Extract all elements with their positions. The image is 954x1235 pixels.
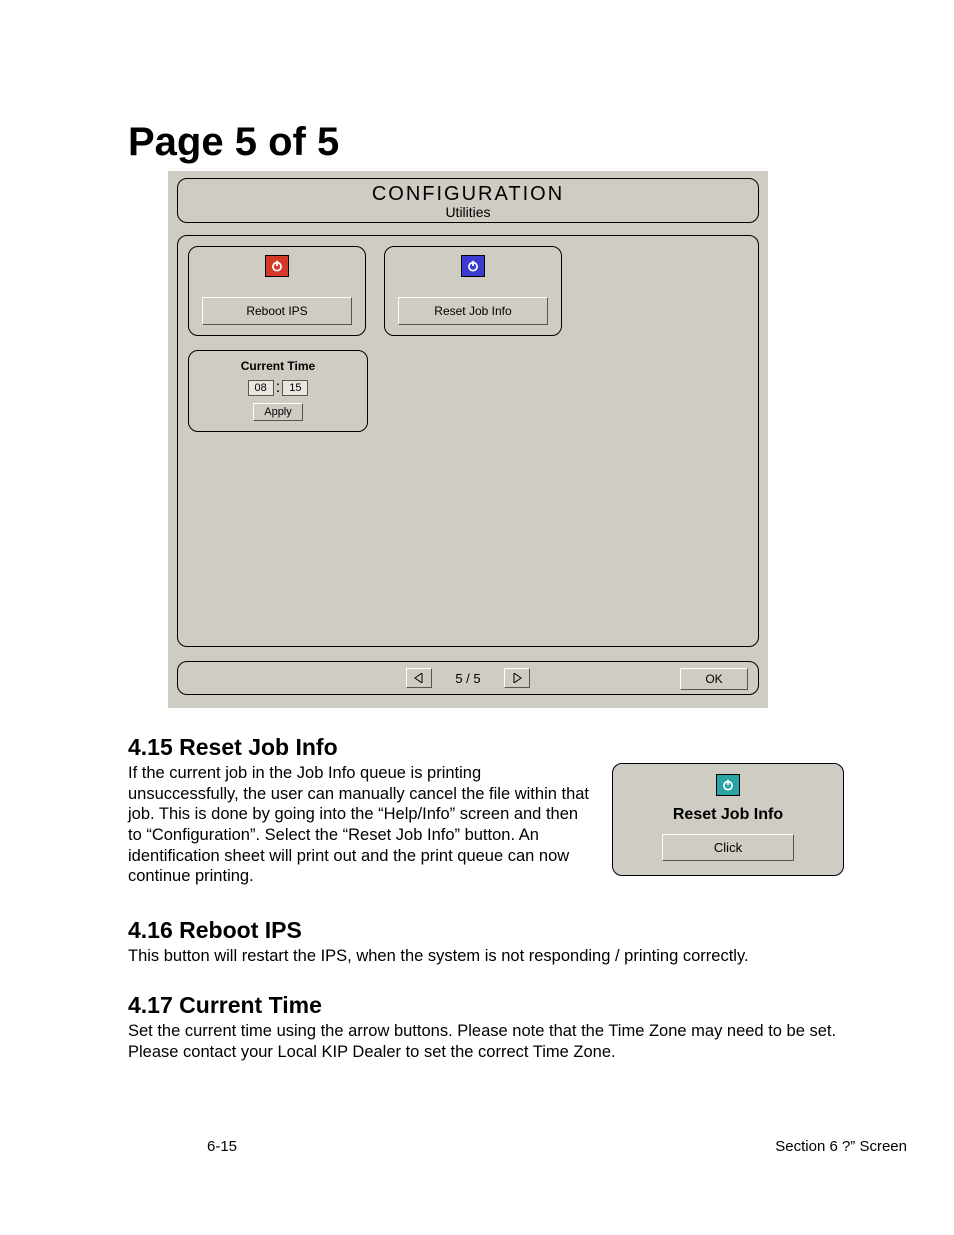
current-time-panel: Current Time 08 : 15 Apply [188, 350, 368, 432]
page-footer: 6-15 Section 6 ?” Screen [0, 1138, 954, 1155]
time-separator: : [276, 379, 280, 397]
reset-job-info-tile: Reset Job Info [384, 246, 562, 336]
power-icon [265, 255, 289, 277]
reboot-ips-tile: Reboot IPS [188, 246, 366, 336]
power-icon [461, 255, 485, 277]
config-header-subtitle: Utilities [178, 204, 758, 220]
ok-button[interactable]: OK [680, 668, 748, 690]
section-4-15-body: If the current job in the Job Info queue… [128, 763, 590, 887]
section-4-16-heading: 4.16 Reboot IPS [128, 917, 844, 944]
config-utility-screenshot: CONFIGURATION Utilities Reboot IPS Reset [168, 171, 768, 708]
section-4-15-heading: 4.15 Reset Job Info [128, 734, 844, 761]
section-4-16-body: This button will restart the IPS, when t… [128, 946, 844, 967]
page-indicator: 5 / 5 [446, 671, 490, 686]
config-header: CONFIGURATION Utilities [177, 178, 759, 223]
inset-label: Reset Job Info [673, 806, 783, 824]
config-footer-bar: 5 / 5 OK [177, 661, 759, 695]
config-header-title: CONFIGURATION [178, 183, 758, 206]
page-title: Page 5 of 5 [128, 120, 844, 165]
config-content-frame: Reboot IPS Reset Job Info Current Time 0… [177, 235, 759, 647]
next-page-button[interactable] [504, 668, 530, 688]
footer-page-number: 6-15 [207, 1138, 237, 1155]
time-minutes-input[interactable]: 15 [282, 380, 308, 396]
current-time-label: Current Time [241, 359, 315, 373]
section-4-17-body: Set the current time using the arrow but… [128, 1021, 844, 1062]
inset-click-button[interactable]: Click [662, 834, 794, 861]
time-hours-input[interactable]: 08 [248, 380, 274, 396]
reboot-ips-button[interactable]: Reboot IPS [202, 297, 352, 325]
section-4-17-heading: 4.17 Current Time [128, 992, 844, 1019]
reset-job-info-button[interactable]: Reset Job Info [398, 297, 548, 325]
prev-page-button[interactable] [406, 668, 432, 688]
time-field[interactable]: 08 : 15 [248, 379, 309, 397]
footer-section-label: Section 6 ?” Screen [775, 1138, 907, 1155]
power-icon [716, 774, 740, 796]
reset-job-info-inset: Reset Job Info Click [612, 763, 844, 876]
apply-time-button[interactable]: Apply [253, 403, 303, 421]
